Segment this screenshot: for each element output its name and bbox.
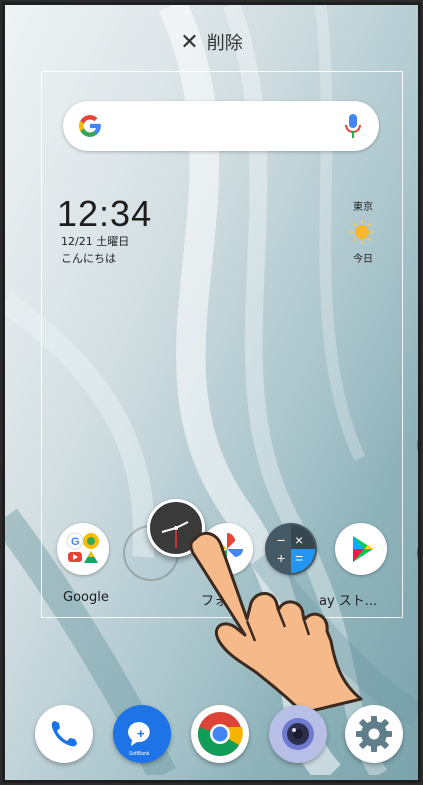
close-icon: ✕ <box>180 29 199 55</box>
phone-screen: ✕ 削除 12:34 12/21 土曜日 こんにちは 東京 今日 G Googl… <box>2 2 421 783</box>
gear-glyph <box>356 716 392 752</box>
phone-handset <box>51 721 77 747</box>
clock-date: 12/21 土曜日 <box>61 235 130 248</box>
svg-text:G: G <box>71 536 80 548</box>
weather-city: 東京 <box>353 202 373 213</box>
clock-greeting: こんにちは <box>61 252 116 265</box>
weather-day: 今日 <box>353 254 373 265</box>
message-glyph: + SoftBank <box>128 722 150 757</box>
hand-gesture-icon <box>189 531 363 713</box>
clock-time[interactable]: 12:34 <box>57 193 152 235</box>
svg-text:+: + <box>137 726 145 741</box>
chrome-logo <box>197 712 243 756</box>
remove-label: 削除 <box>206 33 243 54</box>
sun-icon[interactable] <box>349 219 375 245</box>
phone-icon[interactable] <box>35 705 93 763</box>
google-g-icon <box>79 115 101 137</box>
camera-lens <box>282 718 314 750</box>
google-folder-label: Google <box>63 590 109 605</box>
partial-app-label: F <box>418 479 421 492</box>
softbank-label: SoftBank <box>129 751 150 757</box>
camera-icon[interactable] <box>269 705 327 763</box>
settings-icon[interactable] <box>345 705 403 763</box>
mic-icon[interactable] <box>345 113 361 139</box>
google-search-bar[interactable] <box>63 101 379 151</box>
chrome-icon[interactable] <box>191 705 249 763</box>
remove-target[interactable]: ✕ 削除 <box>5 29 418 55</box>
partial-app-icon[interactable] <box>417 533 418 573</box>
plus-message-icon[interactable]: + SoftBank <box>113 705 171 763</box>
google-folder-mini-apps: G <box>66 532 99 563</box>
google-folder-icon[interactable]: G <box>57 523 109 575</box>
partial-app-icon[interactable] <box>417 425 418 465</box>
